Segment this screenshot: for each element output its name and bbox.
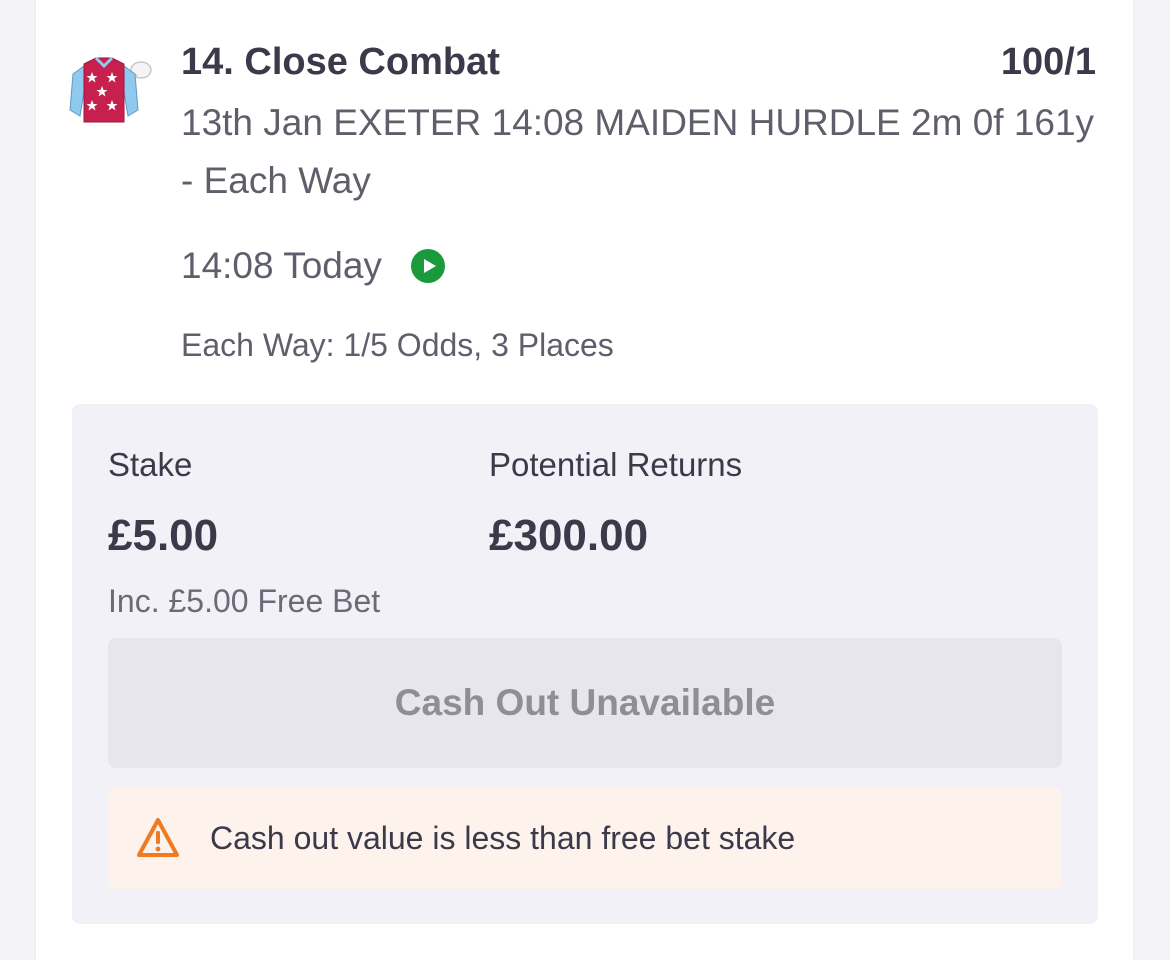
each-way-terms: Each Way: 1/5 Odds, 3 Places xyxy=(181,327,614,363)
bet-card: 14. Close Combat 100/1 13th Jan EXETER 1… xyxy=(36,0,1133,960)
potential-returns-label: Potential Returns xyxy=(489,446,743,483)
stake-value: £5.00 xyxy=(108,511,219,560)
bet-details-panel: Stake £5.00 Potential Returns £300.00 In… xyxy=(72,404,1098,924)
race-time: 14:08 Today xyxy=(181,245,382,286)
potential-returns-value: £300.00 xyxy=(489,511,649,560)
warning-text: Cash out value is less than free bet sta… xyxy=(210,819,796,856)
play-circle-icon[interactable] xyxy=(410,248,446,284)
jockey-silks-icon xyxy=(69,56,152,123)
cash-out-warning: Cash out value is less than free bet sta… xyxy=(108,787,1062,889)
cash-out-button[interactable]: Cash Out Unavailable xyxy=(108,638,1062,768)
warning-triangle-icon xyxy=(137,818,179,857)
stake-label: Stake xyxy=(108,446,193,483)
selection-title: 14. Close Combat xyxy=(181,41,500,83)
market-description: 13th Jan EXETER 14:08 MAIDEN HURDLE 2m 0… xyxy=(181,102,1095,201)
race-time-row: 14:08 Today xyxy=(181,238,446,294)
free-bet-note: Inc. £5.00 Free Bet xyxy=(108,583,381,619)
selection-odds: 100/1 xyxy=(1000,41,1096,83)
